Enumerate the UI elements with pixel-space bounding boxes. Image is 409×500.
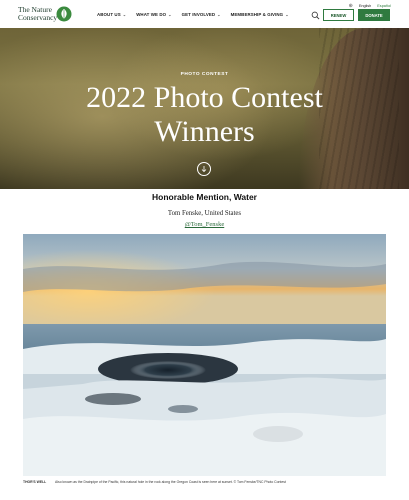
nav-get-involved[interactable]: GET INVOLVED ⌄ (182, 12, 221, 17)
thors-well-image (23, 234, 386, 476)
logo-line-2: Conservancy (18, 13, 58, 22)
photographer-name: Tom Fenske, United States (167, 210, 242, 217)
winning-photo (23, 234, 386, 476)
site-logo[interactable]: The Nature Conservancy (18, 4, 76, 24)
award-title: Honorable Mention, Water (152, 192, 257, 202)
site-header: The Nature Conservancy ABOUT US ⌄ WHAT WE… (0, 0, 409, 28)
caption-text: Also known as the Drainpipe of the Pacif… (55, 480, 286, 484)
lang-english[interactable]: English (359, 4, 371, 8)
arrow-down-icon (201, 166, 207, 173)
donate-button[interactable]: DONATE (358, 9, 390, 21)
nav-membership-label: MEMBERSHIP & GIVING (230, 12, 284, 17)
hero-kicker: PHOTO CONTEST (180, 72, 229, 77)
main-nav: ABOUT US ⌄ WHAT WE DO ⌄ GET INVOLVED ⌄ MEMB… (97, 12, 289, 17)
oak-leaf-icon (56, 6, 72, 22)
nav-about-us[interactable]: ABOUT US ⌄ (97, 12, 126, 17)
chevron-down-icon: ⌄ (217, 12, 221, 17)
chevron-down-icon: ⌄ (122, 12, 127, 17)
page-title: 2022 Photo Contest Winners (86, 81, 323, 148)
renew-button[interactable]: RENEW (323, 9, 354, 21)
chevron-down-icon: ⌄ (285, 12, 289, 17)
photo-caption: THOR'S WELL Also known as the Drainpipe … (23, 480, 386, 484)
photographer-handle-link[interactable]: @Tom_Fenske (0, 221, 409, 228)
chevron-down-icon: ⌄ (168, 12, 172, 17)
scroll-down-button[interactable] (197, 162, 211, 176)
caption-title: THOR'S WELL (23, 480, 47, 484)
nav-what-we-do[interactable]: WHAT WE DO ⌄ (136, 12, 171, 17)
nav-get-involved-label: GET INVOLVED (181, 12, 216, 17)
lang-espanol[interactable]: Español (377, 4, 391, 8)
nav-what-we-do-label: WHAT WE DO (136, 12, 167, 17)
search-icon[interactable] (311, 11, 320, 20)
nav-about-us-label: ABOUT US (97, 12, 121, 17)
logo-wordmark: The Nature Conservancy (18, 6, 58, 22)
nav-membership-giving[interactable]: MEMBERSHIP & GIVING ⌄ (231, 12, 289, 17)
